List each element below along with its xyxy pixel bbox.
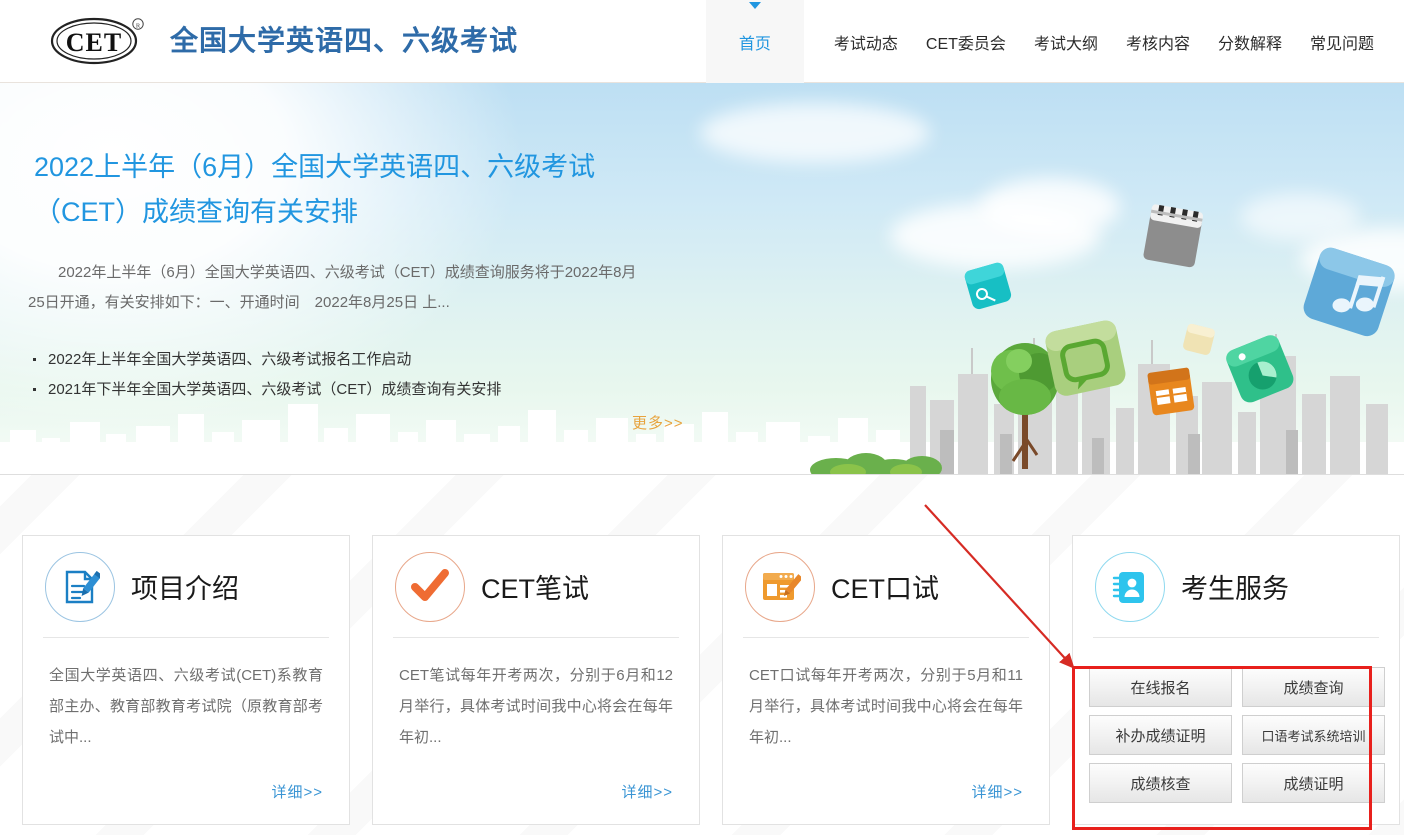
card-title: 考生服务 bbox=[1181, 567, 1289, 606]
contact-book-icon bbox=[1095, 552, 1165, 622]
hero-banner: 2022上半年（6月）全国大学英语四、六级考试（CET）成绩查询有关安排 202… bbox=[0, 83, 1404, 475]
nav-item-faq[interactable]: 常见问题 bbox=[1296, 0, 1404, 83]
check-mark-icon bbox=[395, 552, 465, 622]
main-nav: 首页 考试动态 CET委员会 考试大纲 考核内容 分数解释 常见问题 bbox=[706, 0, 1404, 83]
score-verification-button[interactable]: 成绩核查 bbox=[1089, 763, 1232, 803]
nav-item-label: 考核内容 bbox=[1126, 30, 1190, 54]
nav-item-exam-news[interactable]: 考试动态 bbox=[820, 0, 912, 83]
feature-cards: 项目介绍 全国大学英语四、六级考试(CET)系教育部主办、教育部教育考试院（原教… bbox=[22, 535, 1400, 825]
nav-item-label: 考试动态 bbox=[834, 30, 898, 54]
list-item[interactable]: 2021年下半年全国大学英语四、六级考试（CET）成绩查询有关安排 bbox=[30, 375, 650, 405]
banner-description: 2022年上半年（6月）全国大学英语四、六级考试（CET）成绩查询服务将于202… bbox=[28, 258, 648, 318]
brand-title: 全国大学英语四、六级考试 bbox=[170, 19, 518, 59]
online-registration-button[interactable]: 在线报名 bbox=[1089, 667, 1232, 707]
card-detail-link[interactable]: 详细>> bbox=[621, 781, 673, 802]
nav-item-label: 考试大纲 bbox=[1034, 30, 1098, 54]
cube-green-chart-icon bbox=[1222, 331, 1298, 407]
card-detail-link[interactable]: 详细>> bbox=[971, 781, 1023, 802]
card-title: CET口试 bbox=[831, 567, 939, 606]
cube-gray-piano-icon bbox=[1135, 198, 1213, 276]
banner-more-link[interactable]: 更多>> bbox=[632, 412, 684, 433]
card-body: CET口试每年开考两次，分别于5月和11月举行，具体考试时间我中心将会在每年年初… bbox=[723, 638, 1049, 753]
svg-text:R: R bbox=[136, 22, 141, 29]
browser-pencil-icon bbox=[745, 552, 815, 622]
cube-orange-calendar-icon bbox=[1140, 361, 1202, 423]
card-candidate-services[interactable]: 考生服务 在线报名 成绩查询 补办成绩证明 口语考试系统培训 成绩核查 成绩证明 bbox=[1072, 535, 1400, 825]
card-title: CET笔试 bbox=[481, 567, 589, 606]
card-body: CET笔试每年开考两次，分别于6月和12月举行，具体考试时间我中心将会在每年年初… bbox=[373, 638, 699, 753]
card-description: CET口试每年开考两次，分别于5月和11月举行，具体考试时间我中心将会在每年年初… bbox=[749, 660, 1023, 753]
banner-news-list: 2022年上半年全国大学英语四、六级考试报名工作启动 2021年下半年全国大学英… bbox=[30, 345, 650, 405]
nav-item-syllabus[interactable]: 考试大纲 bbox=[1020, 0, 1112, 83]
cube-teal-icon bbox=[960, 258, 1016, 314]
card-cet-written-exam[interactable]: CET笔试 CET笔试每年开考两次，分别于6月和12月举行，具体考试时间我中心将… bbox=[372, 535, 700, 825]
card-description: 全国大学英语四、六级考试(CET)系教育部主办、教育部教育考试院（原教育部考试中… bbox=[49, 660, 323, 753]
banner-title[interactable]: 2022上半年（6月）全国大学英语四、六级考试（CET）成绩查询有关安排 bbox=[34, 145, 674, 235]
oral-exam-system-training-button[interactable]: 口语考试系统培训 bbox=[1242, 715, 1385, 755]
site-header: CET R 全国大学英语四、六级考试 首页 考试动态 CET委员会 考试大纲 bbox=[0, 0, 1404, 83]
service-buttons-grid: 在线报名 成绩查询 补办成绩证明 口语考试系统培训 成绩核查 成绩证明 bbox=[1089, 667, 1385, 803]
brand[interactable]: CET R 全国大学英语四、六级考试 bbox=[46, 12, 518, 66]
service-buttons-wrap: 在线报名 成绩查询 补办成绩证明 口语考试系统培训 成绩核查 成绩证明 bbox=[1073, 667, 1401, 803]
card-detail-link[interactable]: 详细>> bbox=[271, 781, 323, 802]
card-title: 项目介绍 bbox=[131, 567, 239, 606]
document-pencil-icon bbox=[45, 552, 115, 622]
page-root: CET R 全国大学英语四、六级考试 首页 考试动态 CET委员会 考试大纲 bbox=[0, 0, 1404, 835]
card-header: 考生服务 bbox=[1093, 536, 1379, 638]
card-description: CET笔试每年开考两次，分别于6月和12月举行，具体考试时间我中心将会在每年年初… bbox=[399, 660, 673, 753]
card-body: 全国大学英语四、六级考试(CET)系教育部主办、教育部教育考试院（原教育部考试中… bbox=[23, 638, 349, 753]
chevron-down-icon bbox=[749, 2, 761, 9]
card-cet-oral-exam[interactable]: CET口试 CET口试每年开考两次，分别于5月和11月举行，具体考试时间我中心将… bbox=[722, 535, 1050, 825]
nav-item-score-explanation[interactable]: 分数解释 bbox=[1204, 0, 1296, 83]
cet-logo-icon: CET R bbox=[46, 12, 152, 66]
cube-cream-icon bbox=[1178, 318, 1220, 360]
reissue-score-certificate-button[interactable]: 补办成绩证明 bbox=[1089, 715, 1232, 755]
cube-green-chat-icon bbox=[1040, 313, 1134, 407]
nav-spacer bbox=[804, 0, 820, 83]
svg-text:CET: CET bbox=[66, 28, 122, 57]
list-item[interactable]: 2022年上半年全国大学英语四、六级考试报名工作启动 bbox=[30, 345, 650, 375]
score-certificate-button[interactable]: 成绩证明 bbox=[1242, 763, 1385, 803]
cloud-shape bbox=[980, 178, 1120, 236]
nav-item-cet-committee[interactable]: CET委员会 bbox=[912, 0, 1020, 83]
nav-item-label: CET委员会 bbox=[926, 30, 1006, 54]
nav-item-home[interactable]: 首页 bbox=[706, 0, 804, 83]
nav-item-label: 常见问题 bbox=[1310, 30, 1374, 54]
nav-item-assessment-content[interactable]: 考核内容 bbox=[1112, 0, 1204, 83]
cube-blue-music-icon bbox=[1298, 241, 1400, 343]
nav-item-label: 首页 bbox=[739, 30, 771, 54]
card-header: 项目介绍 bbox=[43, 536, 329, 638]
cloud-shape bbox=[1240, 193, 1360, 241]
card-header: CET笔试 bbox=[393, 536, 679, 638]
cloud-shape bbox=[700, 103, 930, 163]
score-query-button[interactable]: 成绩查询 bbox=[1242, 667, 1385, 707]
card-header: CET口试 bbox=[743, 536, 1029, 638]
card-project-intro[interactable]: 项目介绍 全国大学英语四、六级考试(CET)系教育部主办、教育部教育考试院（原教… bbox=[22, 535, 350, 825]
nav-item-label: 分数解释 bbox=[1218, 30, 1282, 54]
